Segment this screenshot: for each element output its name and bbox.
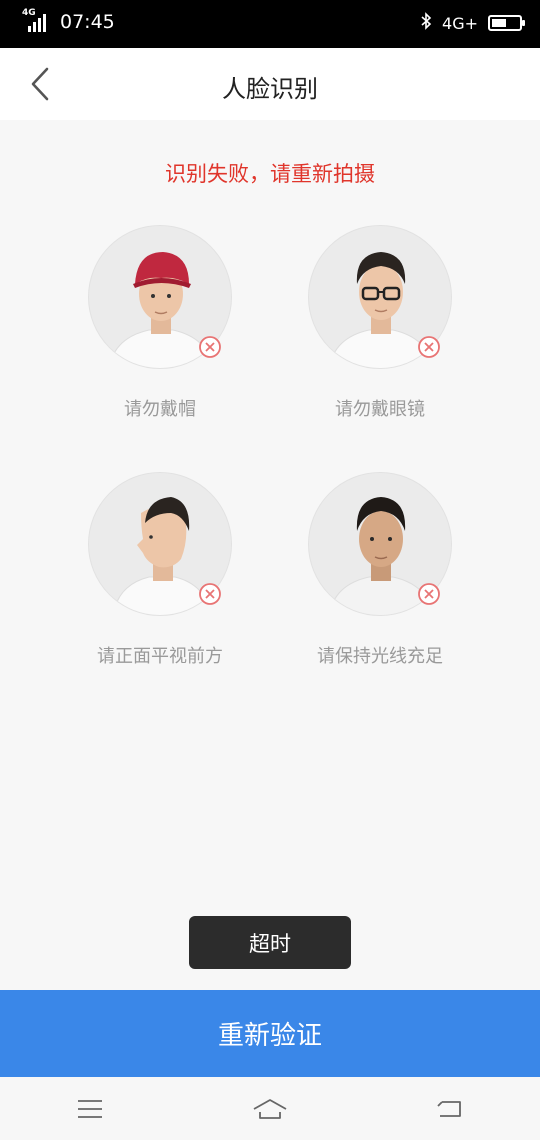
system-nav-bar [0,1077,540,1140]
tip-no-hat: 请勿戴帽 [50,225,270,421]
error-message: 识别失败，请重新拍摄 [165,162,375,186]
error-x-icon [418,336,440,358]
error-x-icon [418,583,440,605]
tip-label: 请勿戴眼镜 [335,399,425,420]
battery-icon [488,15,525,31]
timeout-toast: 超时 [189,916,351,969]
home-icon [253,1098,287,1119]
tip-face-forward: 请正面平视前方 [50,472,270,668]
menu-icon [78,1099,102,1118]
bluetooth-icon [420,12,432,34]
tip-label: 请正面平视前方 [97,646,223,667]
signal-icon: 4G [22,8,48,32]
home-button[interactable] [180,1077,360,1140]
tip-label: 请勿戴帽 [124,399,196,420]
status-time: 07:45 [60,11,115,33]
back-nav-button[interactable] [360,1077,540,1140]
page-title: 人脸识别 [222,75,318,103]
retry-verify-button[interactable]: 重新验证 [0,990,540,1077]
network-type: 4G+ [442,13,478,33]
status-bar: 4G 07:45 4G+ [0,0,540,48]
back-arrow-icon [437,1100,461,1117]
menu-button[interactable] [0,1077,180,1140]
tip-no-glasses: 请勿戴眼镜 [270,225,490,421]
error-x-icon [199,583,221,605]
tip-enough-light: 请保持光线充足 [270,472,490,668]
tip-label: 请保持光线充足 [317,646,443,667]
nav-bar: 人脸识别 [0,48,540,120]
error-x-icon [199,336,221,358]
